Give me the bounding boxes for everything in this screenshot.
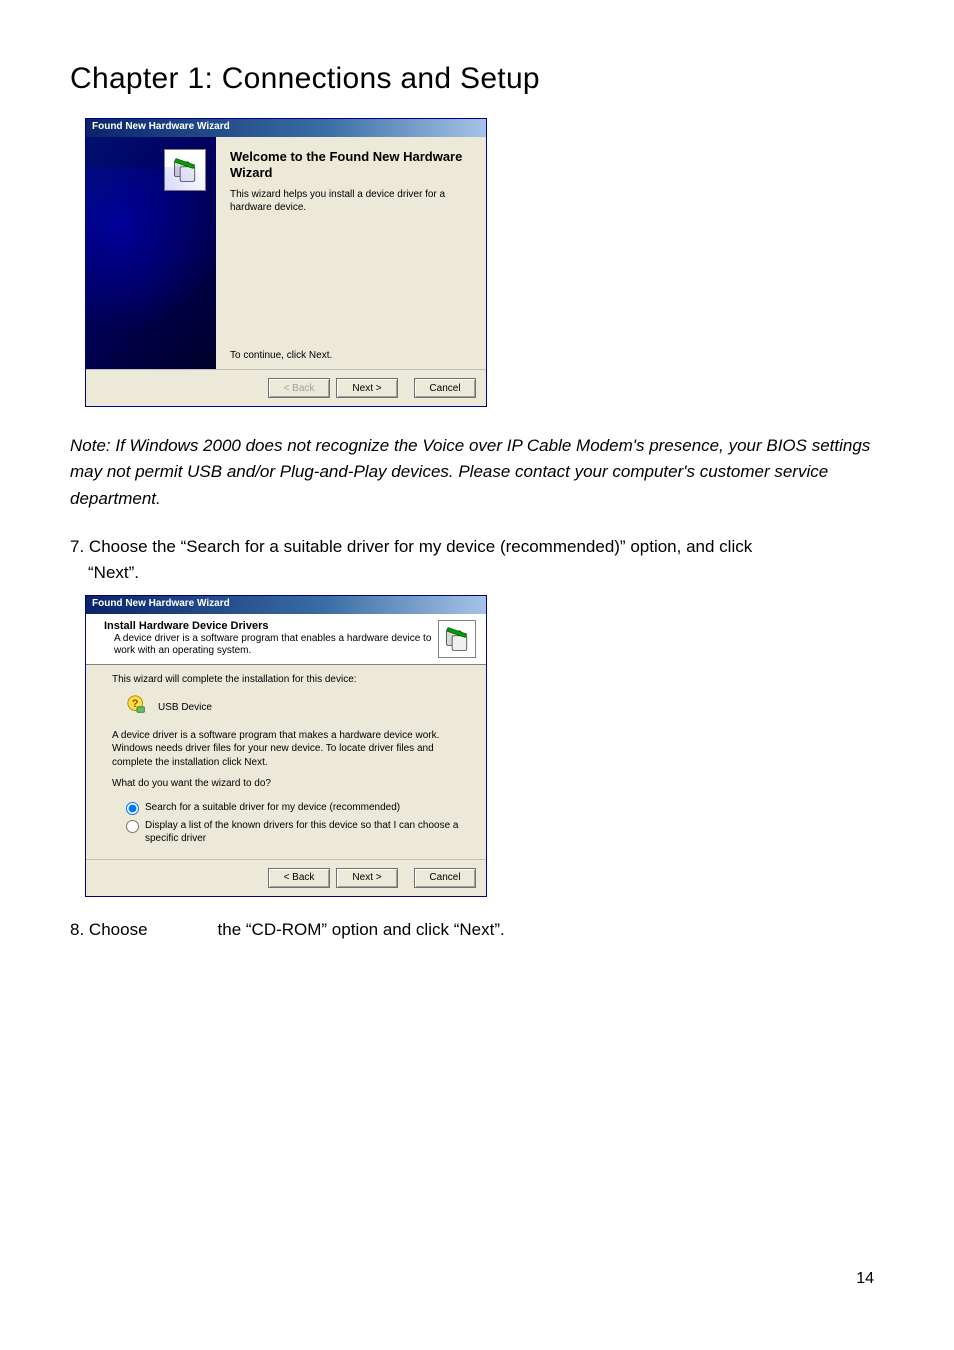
radio-search-label: Search for a suitable driver for my devi… — [145, 801, 400, 814]
wizard1-welcome-title: Welcome to the Found New Hardware Wizard — [230, 149, 470, 182]
back-button[interactable]: < Back — [268, 868, 330, 888]
step-7-text-a: Choose the “Search for a suitable driver… — [89, 537, 752, 556]
wizard1-welcome-sub: This wizard helps you install a device d… — [230, 188, 470, 214]
cancel-button[interactable]: Cancel — [414, 868, 476, 888]
hardware-icon — [438, 620, 476, 658]
next-button[interactable]: Next > — [336, 868, 398, 888]
wizard1-continue-text: To continue, click Next. — [230, 350, 470, 361]
wizard1-sidebar-graphic — [86, 137, 216, 369]
wizard-install-drivers: Found New Hardware Wizard Install Hardwa… — [85, 595, 487, 897]
question-icon: ? — [126, 694, 148, 721]
radio-display-input[interactable] — [126, 820, 139, 833]
radio-search-input[interactable] — [126, 802, 139, 815]
page-number: 14 — [856, 1270, 874, 1288]
hardware-icon — [164, 149, 206, 191]
radio-display-label: Display a list of the known drivers for … — [145, 819, 460, 845]
wizard-welcome: Found New Hardware Wizard Welcome to the… — [85, 118, 487, 407]
radio-option-display-list[interactable]: Display a list of the known drivers for … — [126, 819, 460, 845]
step-8-number: 8. — [70, 920, 84, 939]
step-8-text-a: Choose — [89, 920, 148, 939]
next-button[interactable]: Next > — [336, 378, 398, 398]
wizard2-header-title: Install Hardware Device Drivers — [104, 620, 438, 632]
wizard2-line1: This wizard will complete the installati… — [112, 673, 460, 687]
cancel-button[interactable]: Cancel — [414, 378, 476, 398]
step-7-number: 7. — [70, 537, 84, 556]
wizard2-titlebar: Found New Hardware Wizard — [86, 596, 486, 614]
radio-option-search[interactable]: Search for a suitable driver for my devi… — [126, 801, 460, 815]
wizard1-titlebar: Found New Hardware Wizard — [86, 119, 486, 137]
step-7-text-b: “Next”. — [70, 560, 884, 586]
step-8-text-b: the “CD-ROM” option and click “Next”. — [218, 920, 505, 939]
chapter-title: Chapter 1: Connections and Setup — [70, 62, 884, 96]
wizard2-question: What do you want the wizard to do? — [112, 777, 460, 791]
back-button: < Back — [268, 378, 330, 398]
step-7: 7. Choose the “Search for a suitable dri… — [70, 534, 884, 587]
step-8: 8. Choose the “CD-ROM” option and click “… — [70, 917, 884, 943]
wizard2-line2: A device driver is a software program th… — [112, 729, 460, 770]
wizard2-header-sub: A device driver is a software program th… — [104, 632, 438, 658]
wizard2-device-name: USB Device — [158, 701, 212, 715]
note-paragraph: Note: If Windows 2000 does not recognize… — [70, 433, 884, 512]
